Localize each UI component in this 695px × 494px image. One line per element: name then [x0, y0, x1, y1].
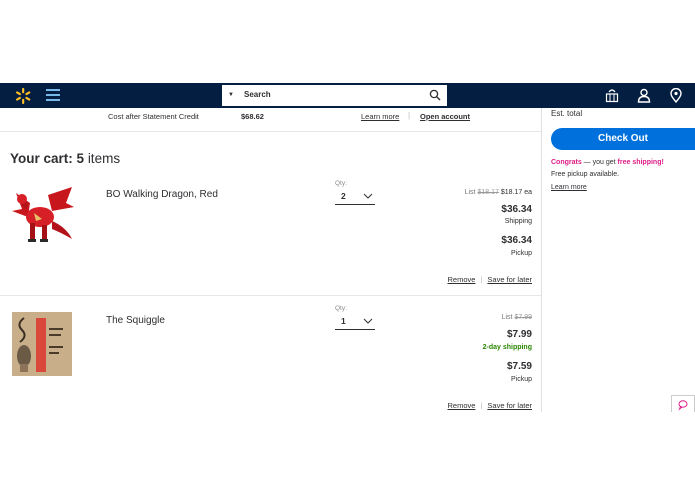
section-divider [0, 131, 541, 132]
pickup-label: Pickup [510, 250, 532, 257]
free-pickup-note: Free pickup available. [551, 171, 620, 178]
credit-learn-more-link[interactable]: Learn more [361, 112, 399, 121]
list-label: List [501, 314, 513, 321]
cart-title: Your cart: 5 items [10, 151, 120, 166]
pickup-price: $36.34 [501, 235, 532, 246]
list-price-strikethrough: $7.99 [514, 314, 532, 321]
order-summary-panel [541, 108, 695, 412]
shipping-label: Shipping [504, 218, 532, 225]
pickup-price: $7.59 [506, 361, 532, 372]
save-for-later-link[interactable]: Save for later [487, 275, 532, 284]
item-actions: Remove | Save for later [448, 401, 533, 410]
congrats-mid: — you get [581, 159, 618, 166]
shipping-price: $36.34 [501, 204, 532, 215]
unit-price: $18.17 ea [500, 189, 532, 196]
spark-logo-icon[interactable] [14, 87, 32, 105]
cart-title-prefix: Your cart: [10, 151, 73, 166]
credit-separator: | [408, 111, 411, 120]
reorder-icon[interactable] [605, 88, 619, 103]
shipping-price: $7.99 [506, 329, 532, 340]
qty-value: 1 [341, 316, 346, 326]
remove-link[interactable]: Remove [448, 275, 476, 284]
chat-bubble-icon [678, 400, 688, 411]
list-label: List [464, 189, 476, 196]
action-separator: | [480, 401, 483, 410]
qty-select[interactable]: 1 [335, 314, 375, 330]
list-price: List $18.17 $18.17 ea [465, 189, 532, 196]
department-dropdown-icon[interactable]: ▼ [228, 92, 234, 98]
cart-item-count: 5 [76, 151, 85, 166]
item-divider [0, 295, 541, 296]
pickup-label: Pickup [510, 376, 532, 383]
menu-icon[interactable] [46, 89, 60, 101]
congrats-label: Congrats [551, 159, 582, 166]
feedback-button[interactable] [671, 395, 695, 413]
credit-value: $68.62 [241, 112, 264, 121]
free-shipping-message: Congrats — you get free shipping! [551, 159, 664, 166]
summary-learn-more-link[interactable]: Learn more [551, 184, 587, 191]
location-icon[interactable] [669, 88, 683, 103]
qty-label: Qty: [335, 305, 347, 312]
qty-select[interactable]: 2 [335, 189, 375, 205]
list-price: List $7.99 [502, 314, 532, 321]
chevron-down-icon [363, 193, 373, 199]
product-image-dragon[interactable] [8, 183, 76, 251]
chevron-down-icon [363, 318, 373, 324]
qty-label: Qty: [335, 180, 347, 187]
account-icon[interactable] [637, 88, 651, 103]
product-name[interactable]: BO Walking Dragon, Red [106, 189, 218, 200]
credit-label: Cost after Statement Credit [108, 112, 199, 121]
product-image-book[interactable] [12, 312, 72, 376]
search-placeholder: Search [244, 90, 271, 99]
search-input[interactable]: ▼ Search [221, 84, 448, 107]
remove-link[interactable]: Remove [448, 401, 476, 410]
free-shipping-label: free shipping! [617, 159, 664, 166]
two-day-shipping-label: 2-day shipping [482, 344, 532, 351]
action-separator: | [480, 275, 483, 284]
list-price-strikethrough: $18.17 [477, 189, 499, 196]
checkout-button[interactable]: Check Out [551, 128, 695, 150]
qty-value: 2 [341, 191, 346, 201]
save-for-later-link[interactable]: Save for later [487, 401, 532, 410]
search-icon[interactable] [429, 89, 441, 101]
blank-area [0, 412, 695, 494]
cart-title-suffix: items [87, 151, 121, 166]
item-actions: Remove | Save for later [448, 275, 533, 284]
open-account-link[interactable]: Open account [420, 112, 470, 121]
product-name[interactable]: The Squiggle [106, 315, 165, 326]
est-total-label: Est. total [551, 109, 583, 118]
